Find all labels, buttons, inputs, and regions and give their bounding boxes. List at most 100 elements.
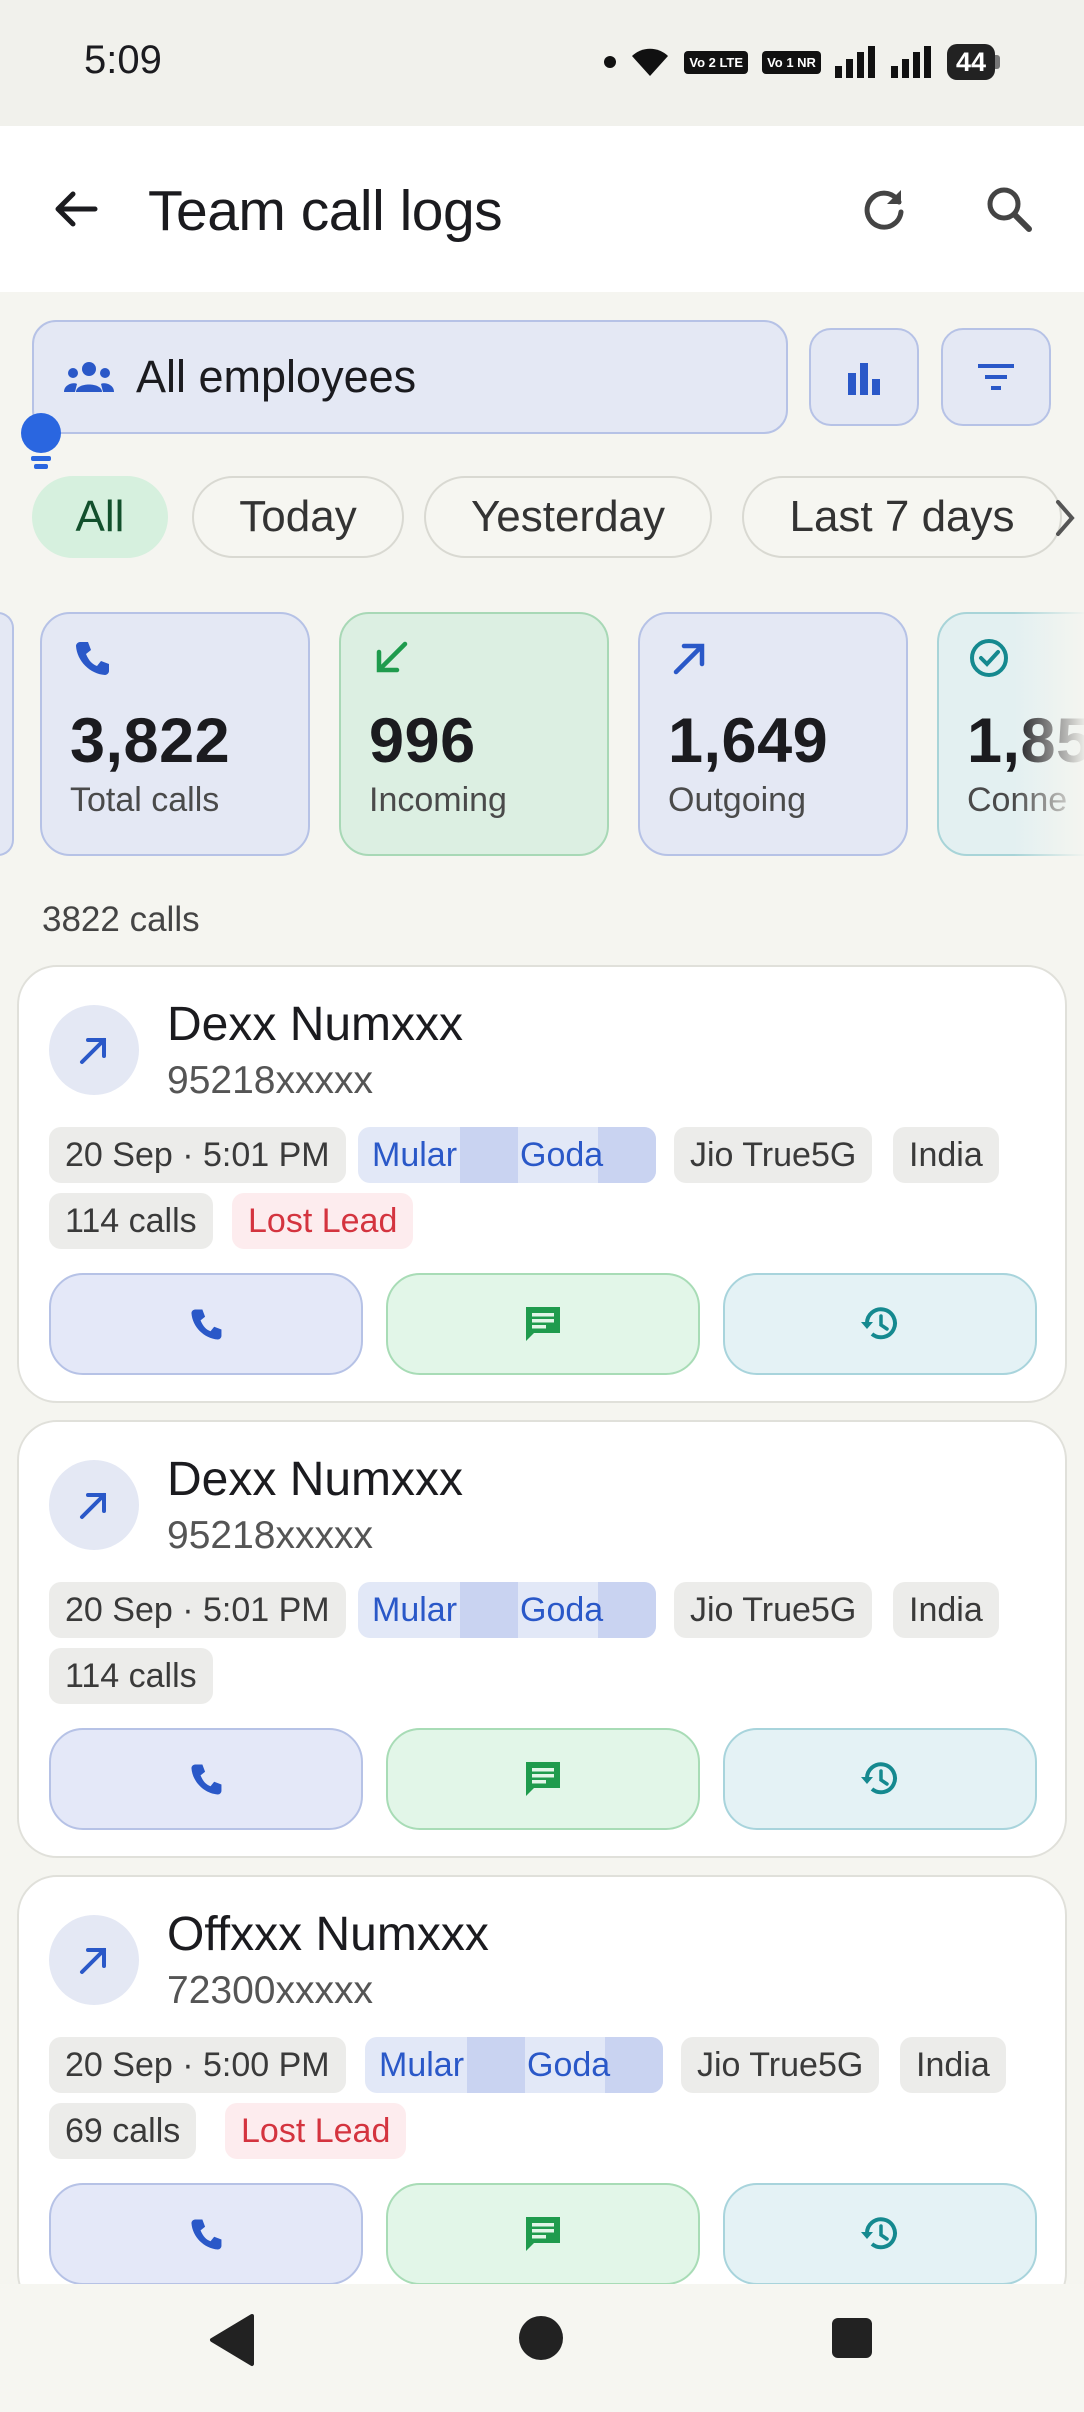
stat-card-outgoing[interactable]: 1,649 Outgoing [638, 612, 908, 856]
outgoing-arrow-icon [80, 1948, 106, 1974]
stat-label: Total calls [70, 781, 220, 819]
message-button[interactable] [386, 1728, 700, 1830]
chip-today[interactable]: Today [192, 476, 404, 558]
filter-icon [978, 364, 1014, 390]
contact-number: 72300xxxxx [167, 1969, 373, 2012]
back-arrow-icon [55, 191, 98, 227]
search-icon [987, 187, 1032, 232]
message-button[interactable] [386, 1273, 700, 1375]
history-button[interactable] [723, 1728, 1037, 1830]
employee-name-part: Mular [372, 1136, 458, 1174]
lead-status-tag: Lost Lead [232, 1193, 414, 1249]
back-button[interactable] [42, 176, 108, 242]
call-direction-avatar [49, 1915, 139, 2005]
dot-icon [604, 56, 617, 68]
outgoing-arrow-icon [80, 1493, 106, 1519]
contact-name: Offxxx Numxxx [167, 1908, 489, 1961]
call-datetime-tag: 20 Sep · 5:00 PM [49, 2037, 346, 2093]
message-icon [526, 1307, 560, 1341]
call-card[interactable]: Dexx Numxxx 95218xxxxx 20 Sep · 5:01 PM … [17, 1420, 1067, 1858]
call-count-tag: 69 calls [49, 2103, 197, 2159]
page-title: Team call logs [148, 179, 503, 243]
battery-level: 44 [946, 44, 995, 80]
pin-icon [21, 413, 61, 469]
phone-icon [76, 642, 109, 675]
incoming-arrow-icon [376, 641, 408, 673]
calls-count: 3822 calls [42, 900, 200, 939]
history-icon [861, 2217, 897, 2250]
call-button[interactable] [49, 1728, 363, 1830]
message-button[interactable] [386, 2183, 700, 2285]
employee-select-label: All employees [136, 351, 417, 402]
wifi-icon [632, 48, 669, 76]
call-button[interactable] [49, 2183, 363, 2285]
call-count-tag: 114 calls [49, 1193, 213, 1249]
call-datetime-tag: 20 Sep · 5:01 PM [49, 1582, 346, 1638]
call-direction-avatar [49, 1005, 139, 1095]
phone-icon [191, 1764, 222, 1795]
chip-yesterday[interactable]: Yesterday [424, 476, 712, 558]
contact-number: 95218xxxxx [167, 1514, 373, 1557]
call-card[interactable]: Dexx Numxxx 95218xxxxx 20 Sep · 5:01 PM … [17, 965, 1067, 1403]
call-direction-avatar [49, 1460, 139, 1550]
lead-status-tag: Lost Lead [225, 2103, 407, 2159]
history-button[interactable] [723, 2183, 1037, 2285]
carrier-tag: Jio True5G [681, 2037, 880, 2093]
status-bar: 5:09 Vo 2 LTE Vo 1 NR 44 [0, 0, 1084, 126]
employee-tag: Mular Goda [358, 1127, 656, 1183]
refresh-icon [864, 190, 904, 230]
employee-name-part: Goda [527, 2046, 611, 2084]
people-icon [64, 362, 114, 392]
chip-last-7-days[interactable]: Last 7 days [742, 476, 1062, 558]
message-icon [526, 1762, 560, 1796]
stats-button[interactable] [809, 328, 919, 426]
outgoing-arrow-icon [80, 1038, 106, 1064]
status-time: 5:09 [84, 38, 162, 82]
date-filter-chips: All Today Yesterday Last 7 days [32, 476, 1084, 558]
employee-name-part: Goda [520, 1136, 604, 1174]
history-button[interactable] [723, 1273, 1037, 1375]
country-tag: India [900, 2037, 1006, 2093]
bar-chart-icon [848, 363, 880, 395]
contact-number: 95218xxxxx [167, 1059, 373, 1102]
stat-card-incoming[interactable]: 996 Incoming [339, 612, 609, 856]
message-icon [526, 2217, 560, 2251]
search-button[interactable] [976, 176, 1042, 242]
outgoing-arrow-icon [673, 643, 705, 675]
employee-tag: Mular Goda [358, 1582, 656, 1638]
employee-select[interactable]: All employees [32, 320, 788, 434]
signal-icon [834, 46, 875, 78]
stat-value: 1,649 [668, 706, 829, 776]
sim1-volte-icon: Vo 2 LTE [684, 50, 749, 74]
history-icon [861, 1762, 897, 1795]
refresh-button[interactable] [851, 176, 917, 242]
history-icon [861, 1307, 897, 1340]
signal-icon [890, 46, 931, 78]
app-bar: Team call logs [0, 126, 1084, 292]
nav-back-icon[interactable] [206, 2312, 258, 2368]
check-circle-icon [970, 639, 1008, 677]
chevron-right-icon[interactable] [1050, 496, 1080, 540]
employee-name-part: Mular [372, 1591, 458, 1629]
country-tag: India [893, 1127, 999, 1183]
sim2-volte-icon: Vo 1 NR [762, 50, 821, 74]
contact-name: Dexx Numxxx [167, 998, 464, 1051]
nav-recents-icon[interactable] [832, 2318, 872, 2358]
chip-all[interactable]: All [32, 476, 168, 558]
call-card[interactable]: Offxxx Numxxx 72300xxxxx 20 Sep · 5:00 P… [17, 1875, 1067, 2313]
phone-icon [191, 1309, 222, 1340]
stat-value: 996 [369, 706, 476, 776]
call-button[interactable] [49, 1273, 363, 1375]
stat-label: Outgoing [668, 781, 806, 819]
contact-name: Dexx Numxxx [167, 1453, 464, 1506]
nav-home-icon[interactable] [519, 2316, 563, 2360]
country-tag: India [893, 1582, 999, 1638]
employee-tag: Mular Goda [365, 2037, 663, 2093]
scroll-fade [1014, 610, 1084, 860]
filter-button[interactable] [941, 328, 1051, 426]
stat-card-total[interactable]: 3,822 Total calls [40, 612, 310, 856]
stat-label: Incoming [369, 781, 507, 819]
battery-icon: 44 [946, 44, 1000, 80]
stat-value: 3,822 [70, 706, 231, 776]
employee-name-part: Goda [520, 1591, 604, 1629]
